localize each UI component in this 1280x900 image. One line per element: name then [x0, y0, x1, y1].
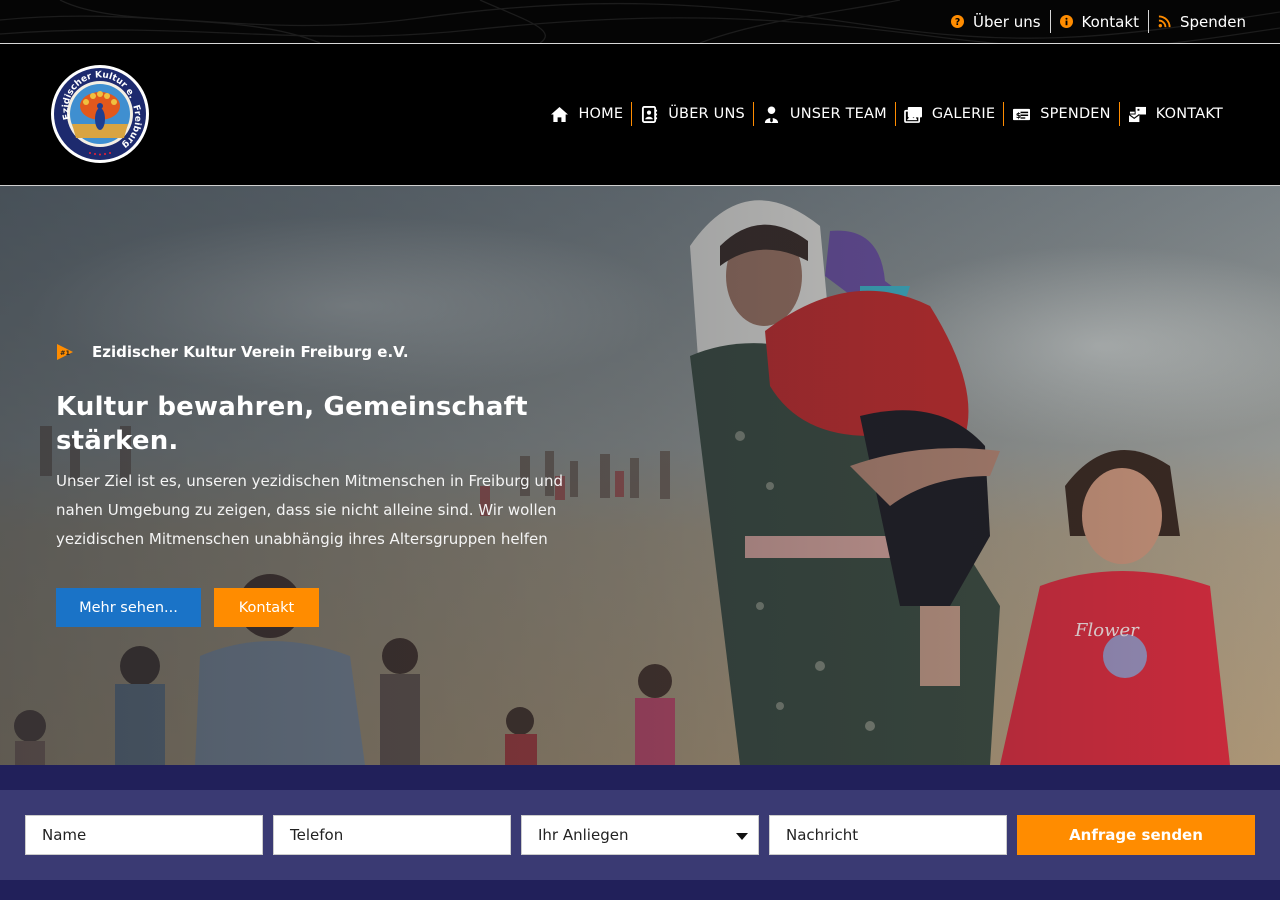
nav-item-kontakt[interactable]: KONTAKT — [1118, 102, 1223, 126]
hero-headline: Kultur bewahren, Gemeinschaft stärken. — [56, 392, 528, 456]
rss-icon — [1158, 15, 1171, 28]
info-circle-icon — [1059, 15, 1073, 28]
nav-item-home[interactable]: HOME — [542, 102, 631, 126]
topbar-link-kontakt[interactable]: Kontakt — [1049, 10, 1148, 33]
nav-label: ÜBER UNS — [668, 106, 745, 122]
nav-label: SPENDEN — [1040, 106, 1111, 122]
ranking-badge-icon: #1 — [57, 344, 73, 360]
svg-text:$: $ — [1016, 110, 1021, 119]
money-check-icon: $ — [1013, 108, 1031, 120]
svg-text:?: ? — [955, 17, 960, 28]
more-button[interactable]: Mehr sehen... — [56, 588, 201, 627]
nav-label: UNSER TEAM — [789, 106, 887, 122]
name-field-placeholder: Name — [42, 826, 87, 844]
nav-item-spenden[interactable]: $ SPENDEN — [1003, 102, 1119, 126]
hero-tagline-text: Ezidischer Kultur Verein Freiburg e.V. — [92, 343, 409, 361]
topbar-link-spenden[interactable]: Spenden — [1147, 10, 1246, 33]
inquiry-section: Name Telefon Ihr Anliegen Nachricht Anfr… — [0, 765, 1280, 900]
topbar-link-ueber-uns[interactable]: ? Über uns — [942, 10, 1050, 33]
nav-label: KONTAKT — [1155, 106, 1223, 122]
svg-text:#1: #1 — [60, 349, 70, 357]
hero-buttons: Mehr sehen... Kontakt — [56, 588, 656, 627]
message-field[interactable]: Nachricht — [769, 815, 1007, 855]
mail-bulk-icon — [1128, 106, 1146, 122]
hero-content: #1 Ezidischer Kultur Verein Freiburg e.V… — [56, 342, 656, 627]
message-field-placeholder: Nachricht — [786, 826, 859, 844]
caret-down-icon — [736, 833, 748, 840]
nav-item-ueber-uns[interactable]: ÜBER UNS — [631, 102, 753, 126]
user-tie-icon — [764, 105, 779, 123]
nav-label: HOME — [578, 106, 624, 122]
topbar-link-label: Über uns — [973, 12, 1041, 31]
inquiry-form: Name Telefon Ihr Anliegen Nachricht Anfr… — [0, 790, 1280, 880]
concern-select[interactable]: Ihr Anliegen — [521, 815, 759, 855]
phone-field[interactable]: Telefon — [273, 815, 511, 855]
concern-select-value: Ihr Anliegen — [538, 826, 629, 844]
contact-book-icon — [642, 105, 658, 123]
topbar-link-label: Spenden — [1179, 12, 1246, 31]
nav-label: GALERIE — [931, 106, 996, 122]
site-logo[interactable]: Ezidischer Kultur e.V. Freiburg — [50, 64, 150, 164]
hero-section: Flower #1 Ezidischer Kultur Verein Freib… — [0, 186, 1280, 765]
contact-button[interactable]: Kontakt — [214, 588, 319, 627]
images-icon — [904, 106, 922, 123]
hero-description: Unser Ziel ist es, unseren yezidischen M… — [56, 472, 563, 548]
nav-item-galerie[interactable]: GALERIE — [894, 102, 1003, 126]
topbar-link-label: Kontakt — [1081, 12, 1139, 31]
home-icon — [551, 106, 569, 122]
submit-inquiry-button[interactable]: Anfrage senden — [1017, 815, 1255, 855]
phone-field-placeholder: Telefon — [290, 826, 344, 844]
question-circle-icon: ? — [951, 15, 965, 28]
hero-tagline: #1 Ezidischer Kultur Verein Freiburg e.V… — [56, 342, 656, 362]
main-header: Ezidischer Kultur e.V. Freiburg HOME ÜBE… — [0, 44, 1280, 185]
main-nav: HOME ÜBER UNS UNSER TEAM GALERIE $ SPEND… — [542, 101, 1223, 127]
top-bar: ? Über uns Kontakt Spenden — [0, 0, 1280, 43]
nav-item-unser-team[interactable]: UNSER TEAM — [752, 102, 895, 126]
name-field[interactable]: Name — [25, 815, 263, 855]
